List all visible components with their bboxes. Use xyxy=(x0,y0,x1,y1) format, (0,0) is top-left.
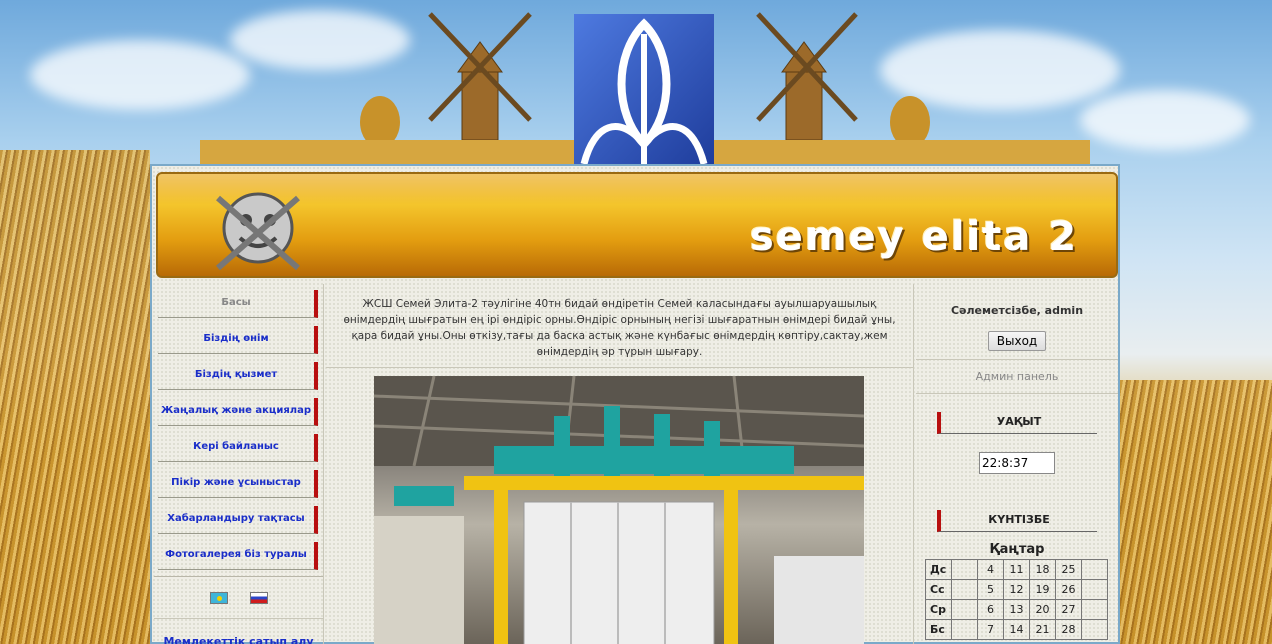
admin-panel-link[interactable]: Админ панель xyxy=(916,360,1118,394)
calendar-cell[interactable]: 25 xyxy=(1055,559,1082,580)
calendar-cell[interactable]: 7 xyxy=(977,619,1004,640)
right-column: Сәлеметсізбе, admin Выход Админ панель У… xyxy=(916,284,1118,644)
calendar-block-title: КҮНТІЗБЕ xyxy=(937,510,1097,532)
calendar-cell[interactable]: 26 xyxy=(1055,579,1082,600)
calendar-cell[interactable]: 13 xyxy=(1003,599,1030,620)
smiley-gear-icon xyxy=(216,192,300,271)
nav-item-gallery[interactable]: Фотогалерея біз туралы xyxy=(158,542,318,570)
company-logo xyxy=(574,14,714,164)
calendar-cell[interactable]: 18 xyxy=(1029,559,1056,580)
kz-flag-icon[interactable] xyxy=(209,591,228,604)
calendar-cell[interactable]: 27 xyxy=(1055,599,1082,620)
calendar-row: Дс 4 11 18 25 xyxy=(925,559,1108,580)
calendar-cell[interactable]: 21 xyxy=(1029,619,1056,640)
factory-photo xyxy=(374,376,864,644)
calendar-row: Бс 7 14 21 28 xyxy=(925,619,1108,640)
calendar-dayname: Бс xyxy=(925,619,952,640)
calendar-cell xyxy=(951,599,978,620)
calendar-cell xyxy=(951,579,978,600)
calendar-cell xyxy=(1081,619,1108,640)
nav-item-board[interactable]: Хабарландыру тақтасы xyxy=(158,506,318,534)
calendar-cell[interactable]: 4 xyxy=(977,559,1004,580)
calendar-cell[interactable]: 12 xyxy=(1003,579,1030,600)
calendar-table: Дс 4 11 18 25 Сс 5 12 19 26 Ср 6 13 20 2… xyxy=(925,559,1108,640)
calendar-cell[interactable]: 28 xyxy=(1055,619,1082,640)
clock-field[interactable] xyxy=(979,452,1055,474)
main-content: ЖСШ Семей Элита-2 тәулігіне 40тн бидай ө… xyxy=(326,284,914,644)
calendar-row: Ср 6 13 20 27 xyxy=(925,599,1108,620)
ru-flag-icon[interactable] xyxy=(249,591,268,604)
calendar-cell xyxy=(1081,579,1108,600)
left-column: Басы Біздің өнім Біздің қызмет Жаңалық ж… xyxy=(154,284,324,644)
logout-button[interactable]: Выход xyxy=(988,331,1046,351)
time-block-title: УАҚЫТ xyxy=(937,412,1097,434)
language-switcher xyxy=(154,577,323,619)
calendar-cell[interactable]: 14 xyxy=(1003,619,1030,640)
nav-item-news[interactable]: Жаңалық және акциялар xyxy=(158,398,318,426)
calendar-cell[interactable]: 6 xyxy=(977,599,1004,620)
page-container: semey elita 2 Басы Біздің өнім Біздің қы… xyxy=(150,164,1120,644)
main-nav: Басы Біздің өнім Біздің қызмет Жаңалық ж… xyxy=(154,290,323,577)
nav-item-products[interactable]: Біздің өнім xyxy=(158,326,318,354)
calendar-cell[interactable]: 19 xyxy=(1029,579,1056,600)
greeting-text: Сәлеметсізбе, admin xyxy=(950,304,1084,317)
calendar-month: Қаңтар xyxy=(989,542,1045,557)
calendar-dayname: Дс xyxy=(925,559,952,580)
site-banner: semey elita 2 xyxy=(156,172,1118,278)
intro-text: ЖСШ Семей Элита-2 тәулігіне 40тн бидай ө… xyxy=(326,284,913,368)
calendar-cell[interactable]: 5 xyxy=(977,579,1004,600)
nav-item-home[interactable]: Басы xyxy=(158,290,318,318)
nav-item-suggestions[interactable]: Пікір және ұсыныстар xyxy=(158,470,318,498)
calendar-cell xyxy=(1081,599,1108,620)
calendar-cell xyxy=(1081,559,1108,580)
calendar-cell xyxy=(951,559,978,580)
calendar-row: Сс 5 12 19 26 xyxy=(925,579,1108,600)
nav-item-feedback[interactable]: Кері байланыс xyxy=(158,434,318,462)
banner-title: semey elita 2 xyxy=(750,214,1079,260)
calendar-dayname: Ср xyxy=(925,599,952,620)
calendar-dayname: Сс xyxy=(925,579,952,600)
header-background xyxy=(0,0,1272,166)
calendar-cell[interactable]: 11 xyxy=(1003,559,1030,580)
calendar-cell xyxy=(951,619,978,640)
calendar-cell[interactable]: 20 xyxy=(1029,599,1056,620)
nav-item-services[interactable]: Біздің қызмет xyxy=(158,362,318,390)
gov-procurement-link[interactable]: Мемлекеттік сатып алу xyxy=(154,635,323,644)
